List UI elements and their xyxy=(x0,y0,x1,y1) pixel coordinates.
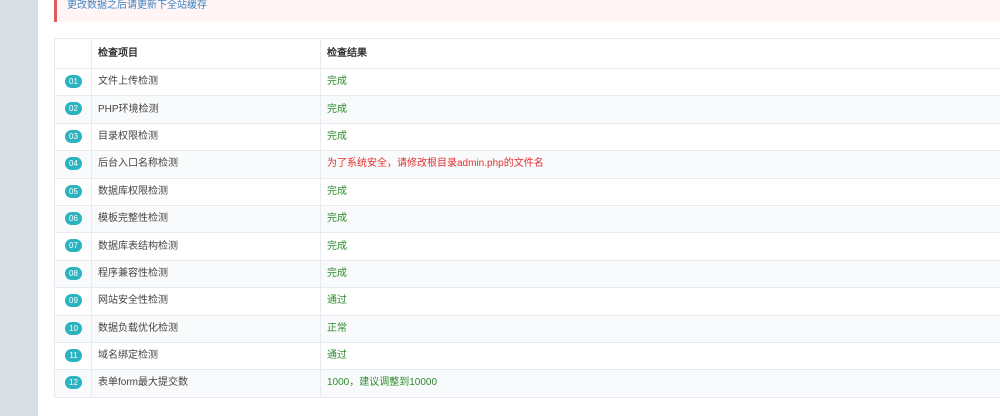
check-result-cell: 1000，建议调整到10000 xyxy=(320,369,1000,398)
row-number-badge: 09 xyxy=(65,294,82,308)
check-item-cell: 数据库表结构检测 xyxy=(91,232,321,261)
check-result-cell: 通过 xyxy=(320,342,1000,371)
row-number-badge: 05 xyxy=(65,184,82,198)
row-number-cell: 06 xyxy=(55,205,92,234)
left-sidebar xyxy=(0,0,38,416)
check-result-cell: 完成 xyxy=(320,232,1000,261)
row-number-cell: 05 xyxy=(55,178,92,206)
row-number-cell: 01 xyxy=(55,68,92,97)
header-item: 检查项目 xyxy=(91,39,321,69)
table-row: 03 目录权限检测 完成 xyxy=(55,123,1000,152)
check-item-cell: 域名绑定检测 xyxy=(91,342,321,371)
row-number-cell: 10 xyxy=(55,315,92,343)
check-table: 检查项目 检查结果 01 文件上传检测 完成 02 PHP环境检测 完成 03 目录权限检测完… xyxy=(55,39,1000,398)
check-item-cell: 程序兼容性检测 xyxy=(91,260,321,289)
row-number-badge: 08 xyxy=(65,266,82,280)
check-result-cell: 完成 xyxy=(320,260,1000,289)
row-number-cell: 08 xyxy=(55,260,92,289)
check-item-cell: 数据库权限检测 xyxy=(91,178,321,206)
check-item-cell: 网站安全性检测 xyxy=(91,287,321,316)
check-item-cell: 模板完整性检测 xyxy=(91,205,321,234)
row-number-cell: 07 xyxy=(55,232,92,261)
check-result-cell: 完成 xyxy=(320,68,1000,97)
notice-banner: 更改数据之后请更新下全站缓存 xyxy=(54,0,1000,22)
row-number-badge: 06 xyxy=(65,212,82,225)
row-number-badge: 11 xyxy=(65,348,82,362)
check-item-cell: 数据负载优化检测 xyxy=(91,315,321,343)
main-content: 更改数据之后请更新下全站缓存 检查项目 检查结果 01 文件上传检测 完成 02 PHP… xyxy=(38,0,1000,416)
table-body: 01 文件上传检测 完成 02 PHP环境检测 完成 03 目录权限检测 完成 04 后台入口名称检… xyxy=(55,68,1000,398)
table-row: 12 表单form最大提交数 1000，建议调整到10000 xyxy=(55,369,1000,398)
table-row: 05 数据库权限检测 完成 xyxy=(55,178,1000,206)
table-row: 10 数据负载优化检测 正常 xyxy=(55,315,1000,343)
check-result-cell: 完成 xyxy=(320,178,1000,206)
check-item-cell: 目录权限检测 xyxy=(91,123,321,152)
check-item-cell: 表单form最大提交数 xyxy=(91,369,321,398)
row-number-cell: 12 xyxy=(55,369,92,398)
table-row: 04 后台入口名称检测 为了系统安全，请修改根目录admin.php的文件名 xyxy=(55,150,1000,179)
row-number-badge: 07 xyxy=(65,239,82,253)
row-number-cell: 11 xyxy=(55,342,92,371)
check-item-cell: 后台入口名称检测 xyxy=(91,150,321,179)
notice-text: 更改数据之后请更新下全站缓存 xyxy=(67,0,207,11)
check-item-cell: PHP环境检测 xyxy=(91,95,321,124)
check-result-cell: 完成 xyxy=(320,95,1000,124)
row-number-badge: 03 xyxy=(65,129,82,143)
header-num xyxy=(55,39,92,69)
table-row: 08 程序兼容性检测 完成 xyxy=(55,260,1000,289)
check-table-wrapper: 检查项目 检查结果 01 文件上传检测 完成 02 PHP环境检测 完成 03 目录权限检测完… xyxy=(54,38,1000,398)
check-result-cell: 完成 xyxy=(320,123,1000,152)
row-number-cell: 03 xyxy=(55,123,92,152)
row-number-badge: 01 xyxy=(65,75,82,89)
row-number-cell: 09 xyxy=(55,287,92,316)
table-row: 01 文件上传检测 完成 xyxy=(55,68,1000,97)
table-header-row: 检查项目 检查结果 xyxy=(55,39,1000,69)
header-result: 检查结果 xyxy=(320,39,1000,69)
row-number-badge: 10 xyxy=(65,321,82,335)
check-result-cell: 通过 xyxy=(320,287,1000,316)
table-row: 02 PHP环境检测 完成 xyxy=(55,95,1000,124)
check-result-cell: 完成 xyxy=(320,205,1000,234)
row-number-badge: 12 xyxy=(65,376,82,390)
table-row: 09 网站安全性检测 通过 xyxy=(55,287,1000,316)
table-row: 11 域名绑定检测 通过 xyxy=(55,342,1000,371)
check-result-cell: 正常 xyxy=(320,315,1000,343)
row-number-cell: 04 xyxy=(55,150,92,179)
row-number-cell: 02 xyxy=(55,95,92,124)
row-number-badge: 04 xyxy=(65,157,82,171)
check-item-cell: 文件上传检测 xyxy=(91,68,321,97)
table-row: 06 模板完整性检测 完成 xyxy=(55,205,1000,234)
table-row: 07 数据库表结构检测 完成 xyxy=(55,232,1000,261)
check-result-cell: 为了系统安全，请修改根目录admin.php的文件名 xyxy=(320,150,1000,179)
row-number-badge: 02 xyxy=(65,102,82,116)
